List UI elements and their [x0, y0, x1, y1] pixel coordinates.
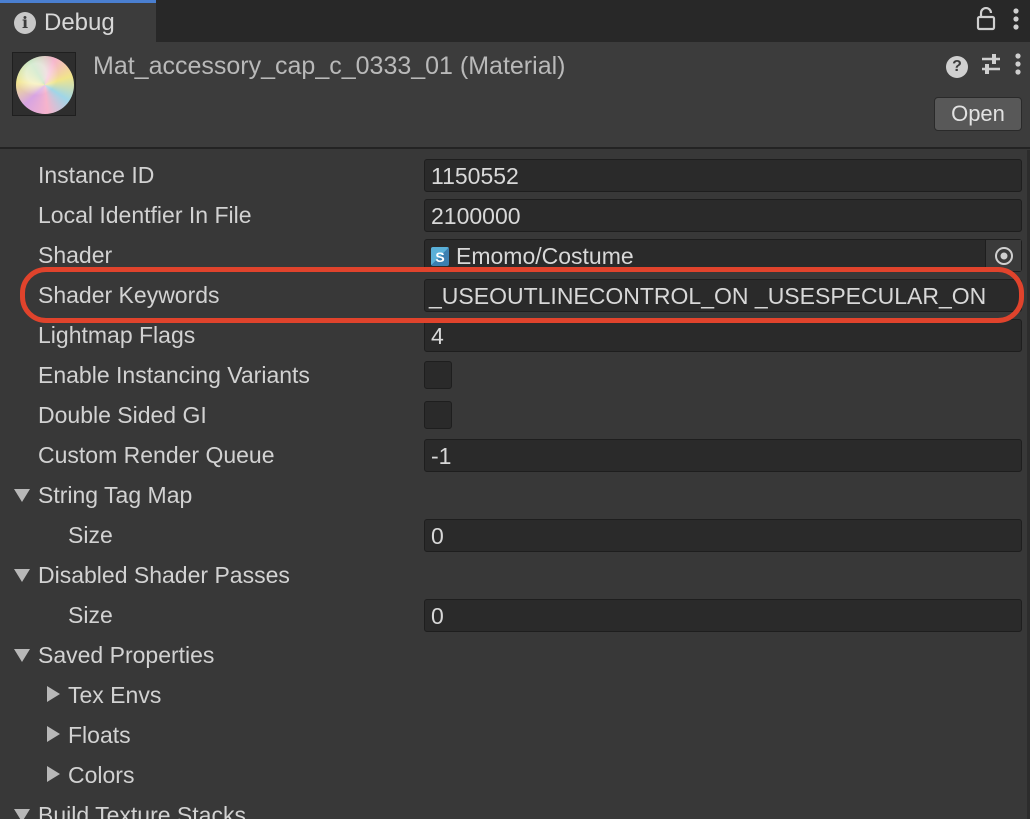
custom-render-queue-label: Custom Render Queue [38, 442, 275, 468]
material-title: Mat_accessory_cap_c_0333_01 (Material) [93, 52, 566, 80]
disabled-shader-passes-size-field[interactable]: 0 [424, 599, 1022, 632]
foldout-collapsed-icon[interactable] [47, 686, 60, 702]
foldout-expanded-icon[interactable] [14, 569, 30, 582]
preset-settings-icon[interactable] [980, 53, 1002, 80]
instance-id-label: Instance ID [38, 162, 155, 188]
lightmap-flags-value: 4 [431, 323, 444, 349]
double-sided-gi-checkbox[interactable] [424, 401, 452, 429]
saved-properties-label: Saved Properties [38, 642, 215, 668]
colors-foldout[interactable]: Colors [0, 755, 1028, 795]
string-tag-map-size-value: 0 [431, 523, 444, 549]
shader-value: Emomo/Costume [456, 243, 634, 269]
enable-instancing-checkbox[interactable] [424, 361, 452, 389]
material-preview-thumbnail [12, 52, 76, 116]
header-icons: ? [946, 52, 1022, 81]
double-sided-gi-label: Double Sided GI [38, 402, 207, 428]
foldout-expanded-icon[interactable] [14, 809, 30, 819]
shader-asset-icon: S [431, 247, 449, 266]
local-identifier-value: 2100000 [431, 203, 521, 229]
tab-debug[interactable]: i Debug [0, 0, 156, 42]
kebab-menu-icon[interactable] [1014, 52, 1022, 81]
string-tag-map-size-label: Size [68, 522, 113, 548]
help-icon[interactable]: ? [946, 55, 968, 78]
string-tag-map-label: String Tag Map [38, 482, 193, 508]
string-tag-map-size-row: Size 0 [0, 515, 1028, 555]
instance-id-row: Instance ID 1150552 [0, 155, 1028, 195]
shader-keywords-highlight-annotation [20, 267, 1024, 323]
foldout-collapsed-icon[interactable] [47, 766, 60, 782]
foldout-expanded-icon[interactable] [14, 489, 30, 502]
instance-id-value: 1150552 [431, 163, 519, 189]
tab-debug-label: Debug [44, 8, 115, 36]
enable-instancing-row: Enable Instancing Variants [0, 355, 1028, 395]
open-button[interactable]: Open [934, 97, 1022, 131]
disabled-shader-passes-size-row: Size 0 [0, 595, 1028, 635]
disabled-shader-passes-size-label: Size [68, 602, 113, 628]
saved-properties-foldout[interactable]: Saved Properties [0, 635, 1028, 675]
tex-envs-label: Tex Envs [68, 682, 162, 708]
enable-instancing-label: Enable Instancing Variants [38, 362, 310, 388]
lightmap-flags-field[interactable]: 4 [424, 319, 1022, 352]
double-sided-gi-row: Double Sided GI [0, 395, 1028, 435]
foldout-collapsed-icon[interactable] [47, 726, 60, 742]
local-identifier-field[interactable]: 2100000 [424, 199, 1022, 232]
local-identifier-label: Local Identfier In File [38, 202, 252, 228]
tex-envs-foldout[interactable]: Tex Envs [0, 675, 1028, 715]
tab-bar-controls [976, 0, 1020, 42]
kebab-menu-icon[interactable] [1012, 7, 1020, 36]
foldout-expanded-icon[interactable] [14, 649, 30, 662]
info-icon: i [14, 11, 36, 34]
floats-foldout[interactable]: Floats [0, 715, 1028, 755]
custom-render-queue-value: -1 [431, 443, 452, 469]
shader-label: Shader [38, 242, 113, 268]
lightmap-flags-label: Lightmap Flags [38, 322, 196, 348]
string-tag-map-foldout[interactable]: String Tag Map [0, 475, 1028, 515]
custom-render-queue-field[interactable]: -1 [424, 439, 1022, 472]
inspector-header: Mat_accessory_cap_c_0333_01 (Material) ?… [0, 42, 1030, 149]
colors-label: Colors [68, 762, 135, 788]
floats-label: Floats [68, 722, 131, 748]
disabled-shader-passes-label: Disabled Shader Passes [38, 562, 290, 588]
build-texture-stacks-foldout[interactable]: Build Texture Stacks [0, 795, 1028, 819]
disabled-shader-passes-foldout[interactable]: Disabled Shader Passes [0, 555, 1028, 595]
custom-render-queue-row: Custom Render Queue -1 [0, 435, 1028, 475]
local-identifier-row: Local Identfier In File 2100000 [0, 195, 1028, 235]
lock-icon[interactable] [976, 6, 996, 36]
window-tab-bar: i Debug [0, 0, 1030, 42]
material-sphere-icon [16, 56, 74, 114]
string-tag-map-size-field[interactable]: 0 [424, 519, 1022, 552]
instance-id-field[interactable]: 1150552 [424, 159, 1022, 192]
build-texture-stacks-label: Build Texture Stacks [38, 802, 246, 819]
disabled-shader-passes-size-value: 0 [431, 603, 444, 629]
